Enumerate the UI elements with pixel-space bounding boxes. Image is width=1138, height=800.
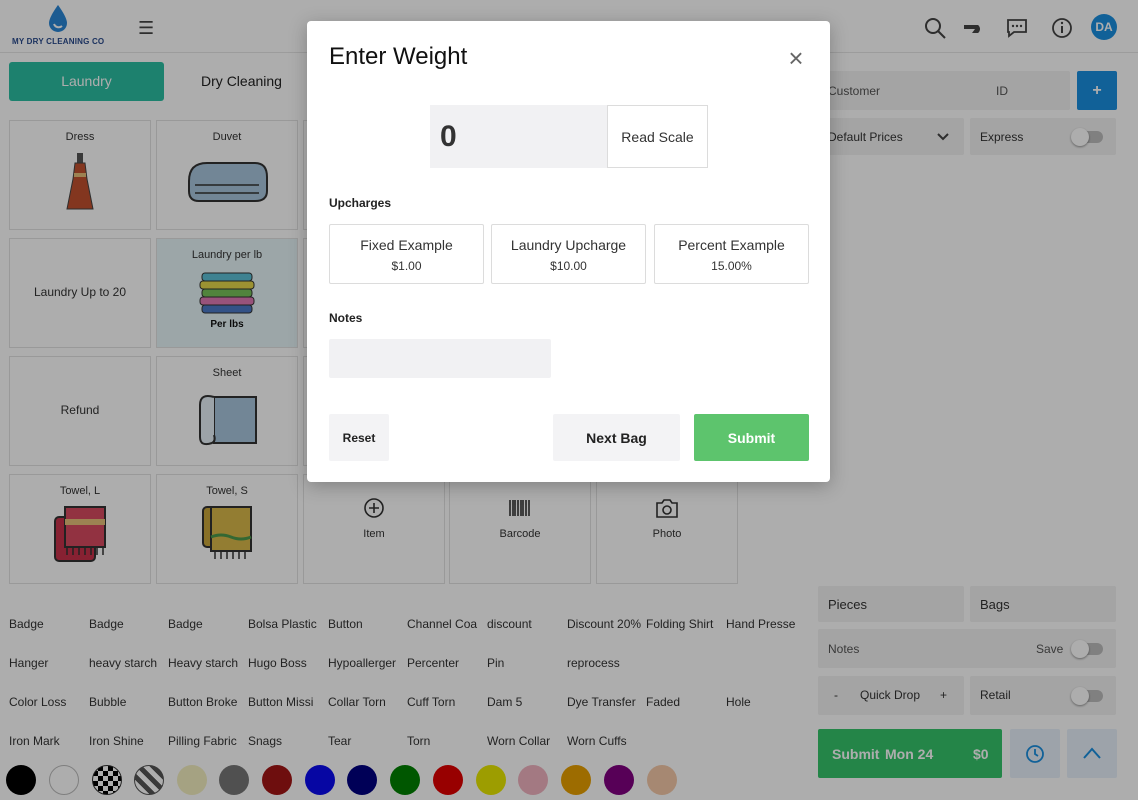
upcharge-value: $1.00 [391, 259, 422, 273]
upcharge-name: Laundry Upcharge [510, 237, 627, 253]
notes-heading: Notes [329, 311, 363, 325]
upcharge-value: 15.00% [711, 259, 752, 273]
dialog-notes-input[interactable] [329, 339, 551, 378]
upcharge-fixed-example[interactable]: Fixed Example $1.00 [329, 224, 484, 284]
upcharge-percent-example[interactable]: Percent Example 15.00% [654, 224, 809, 284]
upcharge-laundry[interactable]: Laundry Upcharge $10.00 [491, 224, 646, 284]
upcharges-heading: Upcharges [329, 196, 392, 210]
upcharge-name: Percent Example [678, 237, 785, 253]
weight-input[interactable] [430, 105, 608, 168]
next-bag-button[interactable]: Next Bag [553, 414, 680, 461]
reset-button[interactable]: Reset [329, 414, 389, 461]
dialog-title: Enter Weight [329, 43, 468, 70]
upcharge-name: Fixed Example [360, 237, 453, 253]
enter-weight-dialog: Enter Weight × Read Scale Upcharges Fixe… [307, 21, 830, 482]
read-scale-button[interactable]: Read Scale [607, 105, 708, 168]
close-icon[interactable]: × [785, 45, 807, 71]
upcharge-value: $10.00 [550, 259, 587, 273]
submit-weight-button[interactable]: Submit [694, 414, 809, 461]
